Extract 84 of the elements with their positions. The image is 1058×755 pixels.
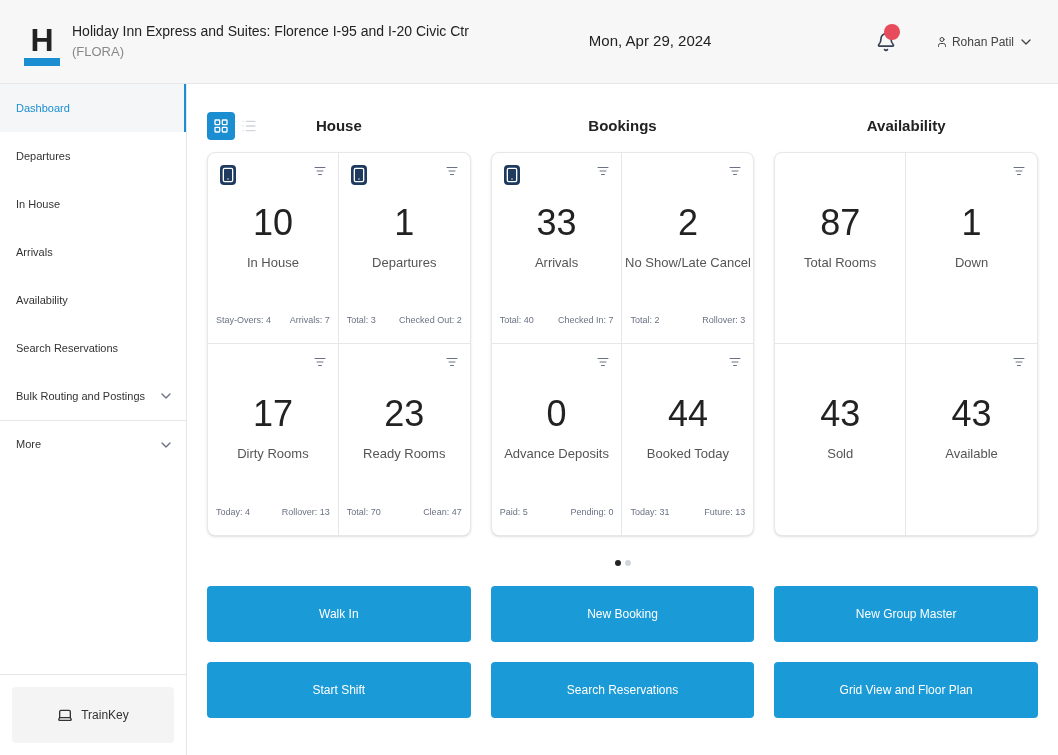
stat-tile[interactable]: 23 Ready Rooms Total: 70 Clean: 47 <box>338 344 470 535</box>
tile-label[interactable]: Ready Rooms <box>363 444 446 464</box>
stat-tile[interactable]: 44 Booked Today Today: 31 Future: 13 <box>622 344 754 535</box>
sort-icon[interactable] <box>313 165 326 177</box>
stat-tile[interactable]: 0 Advance Deposits Paid: 5 Pending: 0 <box>491 344 623 535</box>
tile-label[interactable]: Total Rooms <box>804 253 877 273</box>
stat-tile[interactable]: 33 Arrivals Total: 40 Checked In: 7 <box>491 153 623 344</box>
section-title: Bookings <box>588 115 657 136</box>
tile-label[interactable]: Sold <box>827 444 854 464</box>
sort-icon[interactable] <box>445 356 458 368</box>
tile-value: 43 <box>951 396 992 432</box>
sort-icon[interactable] <box>1013 356 1025 368</box>
tile-stat: Total: 70 <box>346 505 381 519</box>
tile-stat: Checked Out: 2 <box>399 313 462 327</box>
hotel-code: (FLORA) <box>72 43 125 62</box>
notification-icon[interactable] <box>875 31 896 52</box>
tile-label[interactable]: Dirty Rooms <box>237 444 309 464</box>
tile-value: 87 <box>820 205 861 241</box>
list-icon <box>241 118 257 134</box>
stat-tile[interactable]: 43 Available <box>906 344 1037 535</box>
sidebar-item[interactable]: Bulk Routing and Postings <box>0 372 186 420</box>
sort-icon[interactable] <box>445 165 458 177</box>
tile-stat: Paid: 5 <box>499 505 528 519</box>
sidebar-item[interactable]: In House <box>0 180 186 228</box>
tile-label[interactable]: Booked Today <box>646 444 729 464</box>
tile-value: 33 <box>536 205 577 241</box>
tile-label[interactable]: Available <box>945 444 998 464</box>
sidebar-item[interactable]: Search Reservations <box>0 324 186 372</box>
sort-icon[interactable] <box>597 356 610 368</box>
grid-icon <box>213 118 229 134</box>
tile-value: 1 <box>961 205 982 241</box>
sort-icon[interactable] <box>313 356 326 368</box>
tile-stat: Rollover: 13 <box>281 505 330 519</box>
current-date: Mon, Apr 29, 2024 <box>588 31 712 52</box>
tile-value: 2 <box>677 205 698 241</box>
user-menu[interactable]: Rohan Patil <box>935 32 1034 51</box>
tile-stat: Stay-Overs: 4 <box>216 313 271 327</box>
trainkey-button[interactable]: TrainKey <box>12 687 174 743</box>
stat-tile[interactable]: 10 In House Stay-Overs: 4 Arrivals: 7 <box>208 153 339 344</box>
tile-value: 23 <box>384 396 425 432</box>
sidebar-item[interactable]: Arrivals <box>0 228 186 276</box>
sort-icon[interactable] <box>1013 165 1025 177</box>
stat-tile[interactable]: 1 Down <box>906 153 1037 344</box>
tile-stat: Arrivals: 7 <box>289 313 330 327</box>
tile-stat: Total: 3 <box>346 313 376 327</box>
tile-value: 44 <box>667 396 708 432</box>
tile-stat: Future: 13 <box>704 505 746 519</box>
tile-stat: Total: 2 <box>630 313 660 327</box>
sort-icon[interactable] <box>597 165 610 177</box>
tile-label[interactable]: In House <box>246 253 299 273</box>
grid-view-button[interactable] <box>207 112 235 140</box>
stat-tile[interactable]: 17 Dirty Rooms Today: 4 Rollover: 13 <box>208 344 339 535</box>
tile-value: 43 <box>820 396 861 432</box>
tile-value: 10 <box>252 205 293 241</box>
tile-stat: Today: 4 <box>216 505 251 519</box>
tile-label[interactable]: Arrivals <box>534 253 579 273</box>
stat-tile[interactable]: 1 Departures Total: 3 Checked Out: 2 <box>338 153 470 344</box>
hotel-name: Holiday Inn Express and Suites: Florence I-95 and I-20 Civic Ctr <box>72 22 469 42</box>
stat-tile[interactable]: 43 Sold <box>775 344 907 535</box>
laptop-icon <box>57 707 74 723</box>
tile-value: 1 <box>394 205 415 241</box>
tile-value: 17 <box>252 396 293 432</box>
tile-label[interactable]: Advance Deposits <box>504 444 609 464</box>
tile-label[interactable]: Down <box>954 253 989 273</box>
user-icon <box>935 35 948 48</box>
sidebar-item[interactable]: Departures <box>0 132 186 180</box>
section-title: Availability <box>866 115 946 136</box>
tile-label[interactable]: Departures <box>372 253 437 273</box>
tile-stat: Today: 31 <box>630 505 670 519</box>
tile-stat: Rollover: 3 <box>702 313 746 327</box>
stat-tile[interactable]: 87 Total Rooms <box>775 153 907 344</box>
tile-stat: Checked In: 7 <box>557 313 614 327</box>
tile-value: 0 <box>546 396 567 432</box>
tile-stat: Pending: 0 <box>570 505 614 519</box>
sort-icon[interactable] <box>729 165 742 177</box>
hotel-logo: H <box>24 17 60 66</box>
sidebar-item[interactable]: More <box>0 420 186 468</box>
section-title: House <box>315 115 362 136</box>
tile-stat: Total: 40 <box>499 313 534 327</box>
sidebar-item[interactable]: Availability <box>0 276 186 324</box>
stat-tile[interactable]: 2 No Show/Late Cancel Total: 2 Rollover: 3 <box>622 153 754 344</box>
tile-stat: Clean: 47 <box>423 505 462 519</box>
sort-icon[interactable] <box>729 356 742 368</box>
tile-label[interactable]: No Show/Late Cancel <box>625 253 751 273</box>
